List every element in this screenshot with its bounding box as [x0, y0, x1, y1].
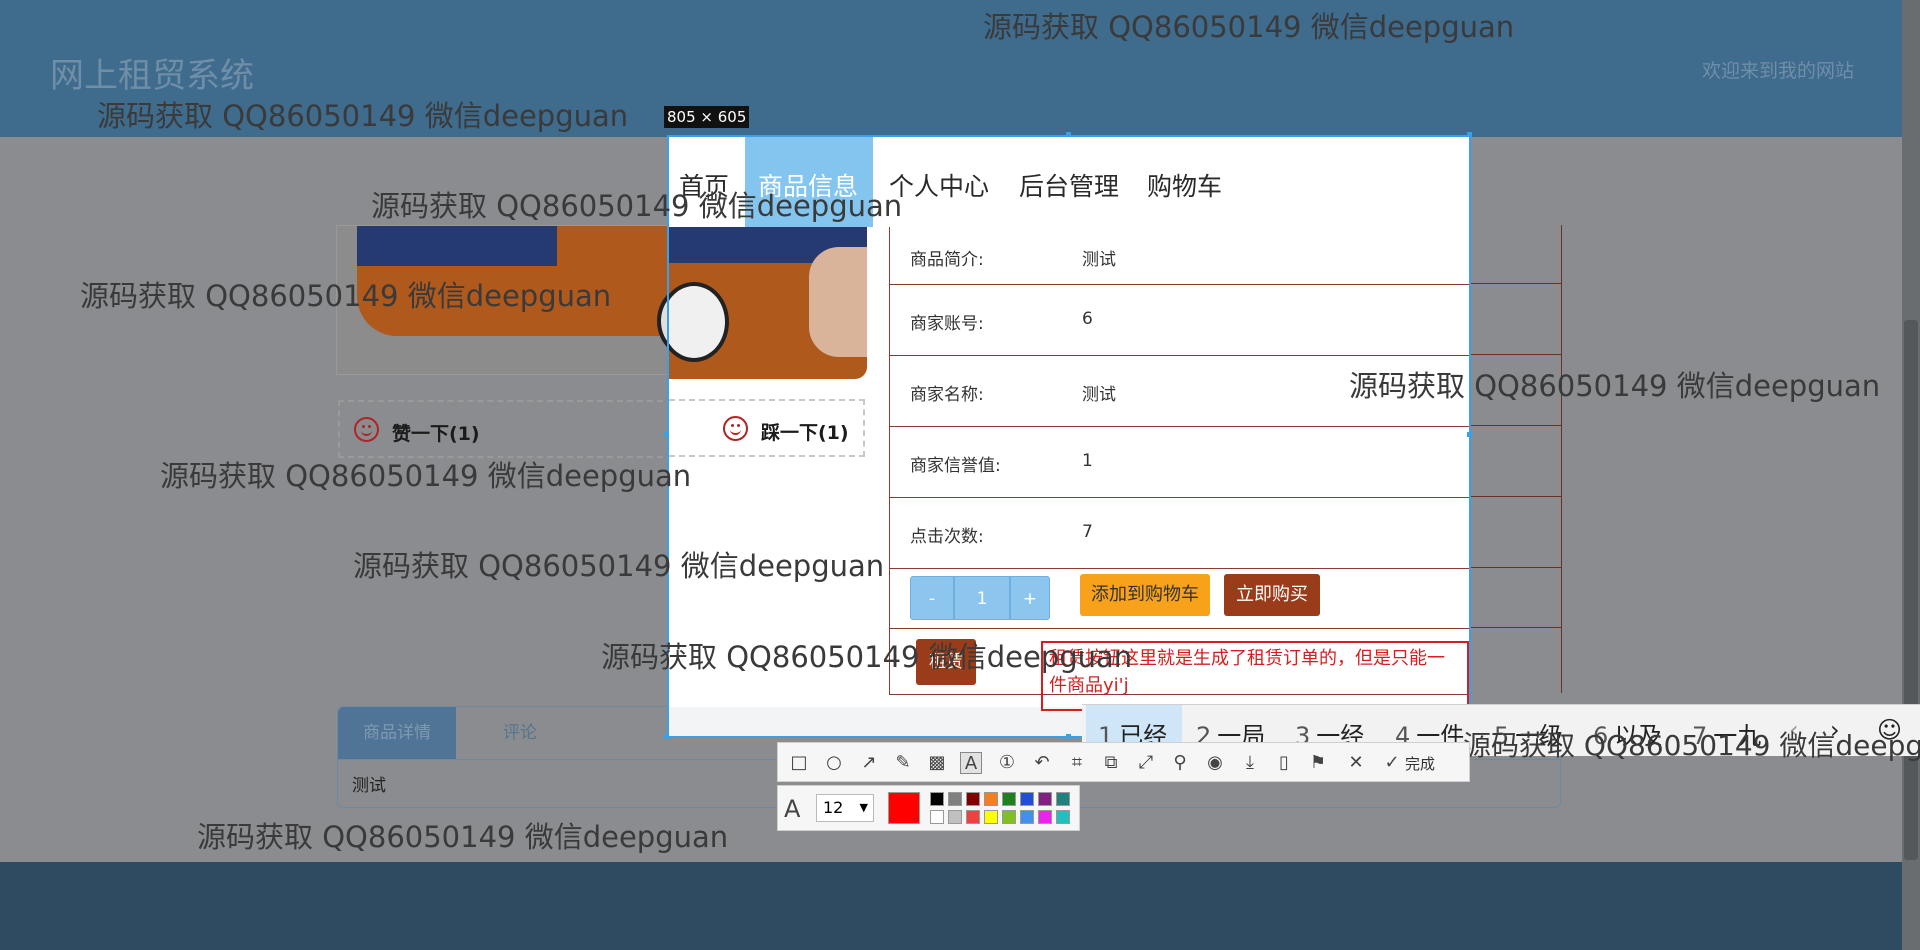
undo-icon[interactable]: ↶	[1031, 752, 1053, 774]
screenshot-toolbar: □ ○ ↗ ✎ ▩ A ① ↶ ⌗ ⧉ ⤢ ⚲ ◉ ⤓ ▯ ⚑ ✕ ✓ 完成	[777, 742, 1470, 782]
confirm-check-icon[interactable]: ✓	[1381, 752, 1403, 774]
mosaic-tool-icon[interactable]: ▩	[926, 752, 948, 774]
row-label: 点击次数:	[910, 527, 984, 547]
watermark-text: 源码获取 QQ86050149 微信deepguan	[371, 189, 903, 223]
qty-plus-button[interactable]: +	[1010, 576, 1050, 620]
download-icon[interactable]: ⤓	[1239, 752, 1261, 774]
nav-admin[interactable]: 后台管理	[1019, 167, 1119, 203]
save-icon[interactable]: ▯	[1273, 752, 1295, 774]
resize-handle[interactable]	[1066, 734, 1071, 739]
row-value: 1	[1082, 451, 1093, 471]
color-swatch[interactable]	[1038, 810, 1052, 824]
text-properties-toolbar: A 12 ▼	[777, 785, 1080, 831]
row-label: 商家名称:	[910, 385, 984, 405]
chevron-down-icon: ▼	[859, 801, 868, 814]
row-value: 6	[1082, 309, 1093, 329]
watermark-text: 源码获取 QQ86050149 微信deepguan	[1349, 369, 1881, 403]
dislike-button[interactable]: 踩一下(1)	[761, 418, 849, 445]
product-image-crop	[669, 227, 867, 379]
color-swatch[interactable]	[1002, 792, 1016, 806]
tab-comment[interactable]: 评论	[456, 707, 584, 759]
watermark-text: 源码获取 QQ86050149 微信deepguan	[601, 640, 1133, 674]
resize-handle[interactable]	[1066, 132, 1071, 137]
tab-body-text: 测试	[352, 776, 386, 796]
like-icon[interactable]	[354, 417, 379, 442]
row-value: 测试	[1082, 250, 1116, 270]
color-swatch[interactable]	[930, 792, 944, 806]
color-swatch[interactable]	[1020, 792, 1034, 806]
nav-personal[interactable]: 个人中心	[889, 167, 989, 203]
quantity-stepper: - 1 +	[910, 576, 1050, 620]
ellipse-tool-icon[interactable]: ○	[823, 752, 845, 774]
selection-size-badge: 805 × 605	[664, 106, 750, 128]
row-label: 商家信誉值:	[910, 456, 1001, 476]
color-swatch[interactable]	[1038, 792, 1052, 806]
color-swatch[interactable]	[1002, 810, 1016, 824]
row-credit: 商家信誉值: 1	[889, 427, 1469, 498]
font-size-value: 12	[823, 798, 844, 817]
row-merchant-account: 商家账号: 6	[889, 285, 1469, 356]
resize-handle[interactable]	[664, 734, 669, 739]
arrow-tool-icon[interactable]: ↗	[858, 752, 880, 774]
color-swatch[interactable]	[1020, 810, 1034, 824]
rectangle-tool-icon[interactable]: □	[788, 752, 810, 774]
row-value: 测试	[1082, 385, 1116, 405]
tab-detail[interactable]: 商品详情	[338, 707, 456, 759]
number-tool-icon[interactable]: ①	[996, 752, 1018, 774]
qty-minus-button[interactable]: -	[910, 576, 954, 620]
row-clicks: 点击次数: 7	[889, 498, 1469, 569]
watermark-text: 源码获取 QQ86050149 微信deepguan	[353, 549, 885, 583]
color-palette	[926, 792, 1076, 826]
row-intro: 商品简介: 测试	[889, 227, 1469, 285]
font-size-select[interactable]: 12 ▼	[816, 794, 874, 822]
text-tool-icon[interactable]: A	[960, 752, 982, 774]
color-swatch[interactable]	[1056, 810, 1070, 824]
site-welcome: 欢迎来到我的网站	[1702, 60, 1855, 82]
long-screenshot-icon[interactable]: ⤢	[1135, 752, 1157, 774]
watermark-text: 源码获取 QQ86050149 微信deepguan	[1463, 729, 1920, 762]
nav-cart[interactable]: 购物车	[1147, 167, 1222, 203]
buy-now-button[interactable]: 立即购买	[1224, 574, 1320, 616]
vote-bar-crop: 踩一下(1)	[669, 399, 865, 457]
qty-input[interactable]: 1	[954, 576, 1010, 620]
pen-tool-icon[interactable]: ✎	[892, 752, 914, 774]
watermark-text: 源码获取 QQ86050149 微信deepguan	[97, 99, 629, 133]
color-swatch[interactable]	[966, 792, 980, 806]
ocr-icon[interactable]: ⌗	[1066, 752, 1088, 774]
watermark-text: 源码获取 QQ86050149 微信deepguan	[197, 820, 729, 854]
translate-icon[interactable]: ⧉	[1100, 752, 1122, 774]
scrollbar-thumb[interactable]	[1904, 320, 1918, 860]
site-title: 网上租贸系统	[50, 56, 254, 96]
color-swatch[interactable]	[966, 810, 980, 824]
pin-icon[interactable]: ⚲	[1169, 752, 1191, 774]
color-swatch[interactable]	[984, 792, 998, 806]
row-actions: - 1 + 添加到购物车 立即购买	[889, 569, 1469, 629]
color-swatch[interactable]	[948, 810, 962, 824]
row-label: 商品简介:	[910, 250, 984, 270]
site-footer	[0, 862, 1920, 950]
watermark-text: 源码获取 QQ86050149 微信deepguan	[160, 459, 692, 493]
dislike-icon[interactable]	[723, 416, 748, 441]
color-swatch[interactable]	[1056, 792, 1070, 806]
row-value: 7	[1082, 522, 1093, 542]
done-button[interactable]: 完成	[1405, 753, 1435, 774]
watermark-text: 源码获取 QQ86050149 微信deepguan	[80, 279, 612, 313]
add-to-cart-button[interactable]: 添加到购物车	[1080, 574, 1210, 616]
close-icon[interactable]: ✕	[1345, 752, 1367, 774]
resize-handle[interactable]	[664, 432, 669, 437]
bookmark-icon[interactable]: ⚑	[1307, 752, 1329, 774]
font-icon: A	[784, 795, 801, 823]
color-swatch[interactable]	[930, 810, 944, 824]
like-button[interactable]: 赞一下(1)	[392, 419, 480, 446]
table-edge	[1470, 225, 1562, 693]
current-color-swatch[interactable]	[888, 792, 920, 824]
resize-handle[interactable]	[1467, 132, 1472, 137]
watermark-text: 源码获取 QQ86050149 微信deepguan	[983, 10, 1515, 44]
color-swatch[interactable]	[948, 792, 962, 806]
record-icon[interactable]: ◉	[1204, 752, 1226, 774]
resize-handle[interactable]	[1467, 432, 1472, 437]
color-swatch[interactable]	[984, 810, 998, 824]
row-label: 商家账号:	[910, 314, 984, 334]
